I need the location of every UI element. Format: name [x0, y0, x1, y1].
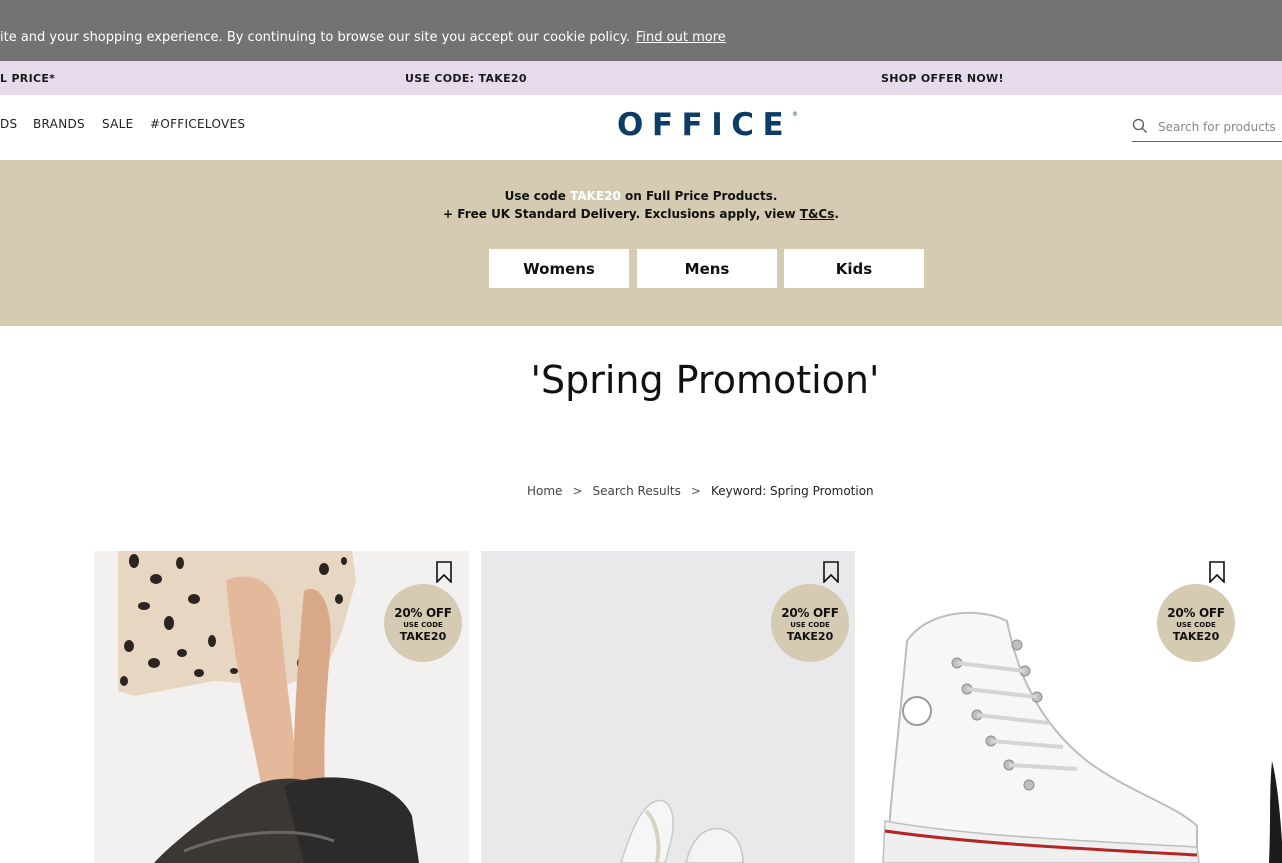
search-box [1132, 113, 1282, 142]
discount-badge: 20% OFF USE CODE TAKE20 [1157, 584, 1235, 662]
banner-line1-prefix: Use code [504, 189, 571, 203]
cookie-bar: ite and your shopping experience. By con… [0, 0, 1282, 61]
badge-use-code: USE CODE [790, 621, 830, 629]
cookie-text: ite and your shopping experience. By con… [0, 30, 630, 45]
kids-button[interactable]: Kids [784, 249, 924, 288]
bookmark-icon[interactable] [435, 561, 453, 583]
banner-line2-suffix: . [834, 207, 839, 221]
banner-delivery-line: + Free UK Standard Delivery. Exclusions … [0, 207, 1282, 221]
badge-code: TAKE20 [399, 630, 447, 643]
search-input[interactable] [1156, 115, 1282, 139]
badge-code: TAKE20 [1172, 630, 1220, 643]
breadcrumb: Home > Search Results > Keyword: Spring Prom… [527, 484, 874, 498]
nav-item-kids[interactable]: DS [0, 117, 17, 131]
mens-button[interactable]: Mens [637, 249, 777, 288]
womens-button[interactable]: Womens [489, 249, 629, 288]
bookmark-icon[interactable] [1208, 561, 1226, 583]
badge-code: TAKE20 [786, 630, 834, 643]
product-card[interactable]: 20% OFF USE CODE TAKE20 [481, 551, 855, 863]
breadcrumb-home[interactable]: Home [527, 484, 562, 498]
promo-item-code[interactable]: USE CODE: TAKE20 [405, 72, 527, 85]
discount-badge: 20% OFF USE CODE TAKE20 [771, 584, 849, 662]
nav-item-officeloves[interactable]: #OFFICELOVES [150, 117, 245, 131]
promo-item-full-price[interactable]: L PRICE* [0, 72, 55, 85]
cookie-message: ite and your shopping experience. By con… [0, 30, 726, 45]
promo-strip: L PRICE* USE CODE: TAKE20 SHOP OFFER NOW… [0, 61, 1282, 95]
badge-discount: 20% OFF [781, 606, 839, 620]
badge-discount: 20% OFF [394, 606, 452, 620]
breadcrumb-separator: > [690, 484, 701, 498]
site-header: DS BRANDS SALE #OFFICELOVES OFFICE ® [0, 95, 1282, 160]
banner-offer-line: Use code TAKE20 on Full Price Products. [0, 189, 1282, 203]
breadcrumb-separator: > [572, 484, 583, 498]
breadcrumb-current: Keyword: Spring Promotion [710, 484, 874, 498]
office-logo[interactable]: OFFICE [617, 107, 792, 143]
promo-code-highlight: TAKE20 [570, 189, 621, 203]
page-title: 'Spring Promotion' [530, 358, 880, 402]
find-out-more-link[interactable]: Find out more [636, 30, 726, 45]
breadcrumb-search-results[interactable]: Search Results [593, 484, 681, 498]
promo-banner: Use code TAKE20 on Full Price Products. … [0, 160, 1282, 326]
badge-use-code: USE CODE [403, 621, 443, 629]
bookmark-icon[interactable] [822, 561, 840, 583]
search-icon[interactable] [1132, 118, 1148, 134]
nav-item-sale[interactable]: SALE [102, 117, 134, 131]
product-card[interactable]: 20% OFF USE CODE TAKE20 [867, 551, 1282, 863]
terms-link[interactable]: T&Cs [800, 207, 835, 221]
banner-line2-prefix: + Free UK Standard Delivery. Exclusions … [443, 207, 800, 221]
banner-line1-suffix: on Full Price Products. [620, 189, 778, 203]
badge-discount: 20% OFF [1167, 606, 1225, 620]
promo-item-shop-now[interactable]: SHOP OFFER NOW! [881, 72, 1004, 85]
registered-mark: ® [792, 111, 798, 118]
discount-badge: 20% OFF USE CODE TAKE20 [384, 584, 462, 662]
nav-item-brands[interactable]: BRANDS [33, 117, 85, 131]
badge-use-code: USE CODE [1176, 621, 1216, 629]
product-card[interactable]: 20% OFF USE CODE TAKE20 [94, 551, 469, 863]
